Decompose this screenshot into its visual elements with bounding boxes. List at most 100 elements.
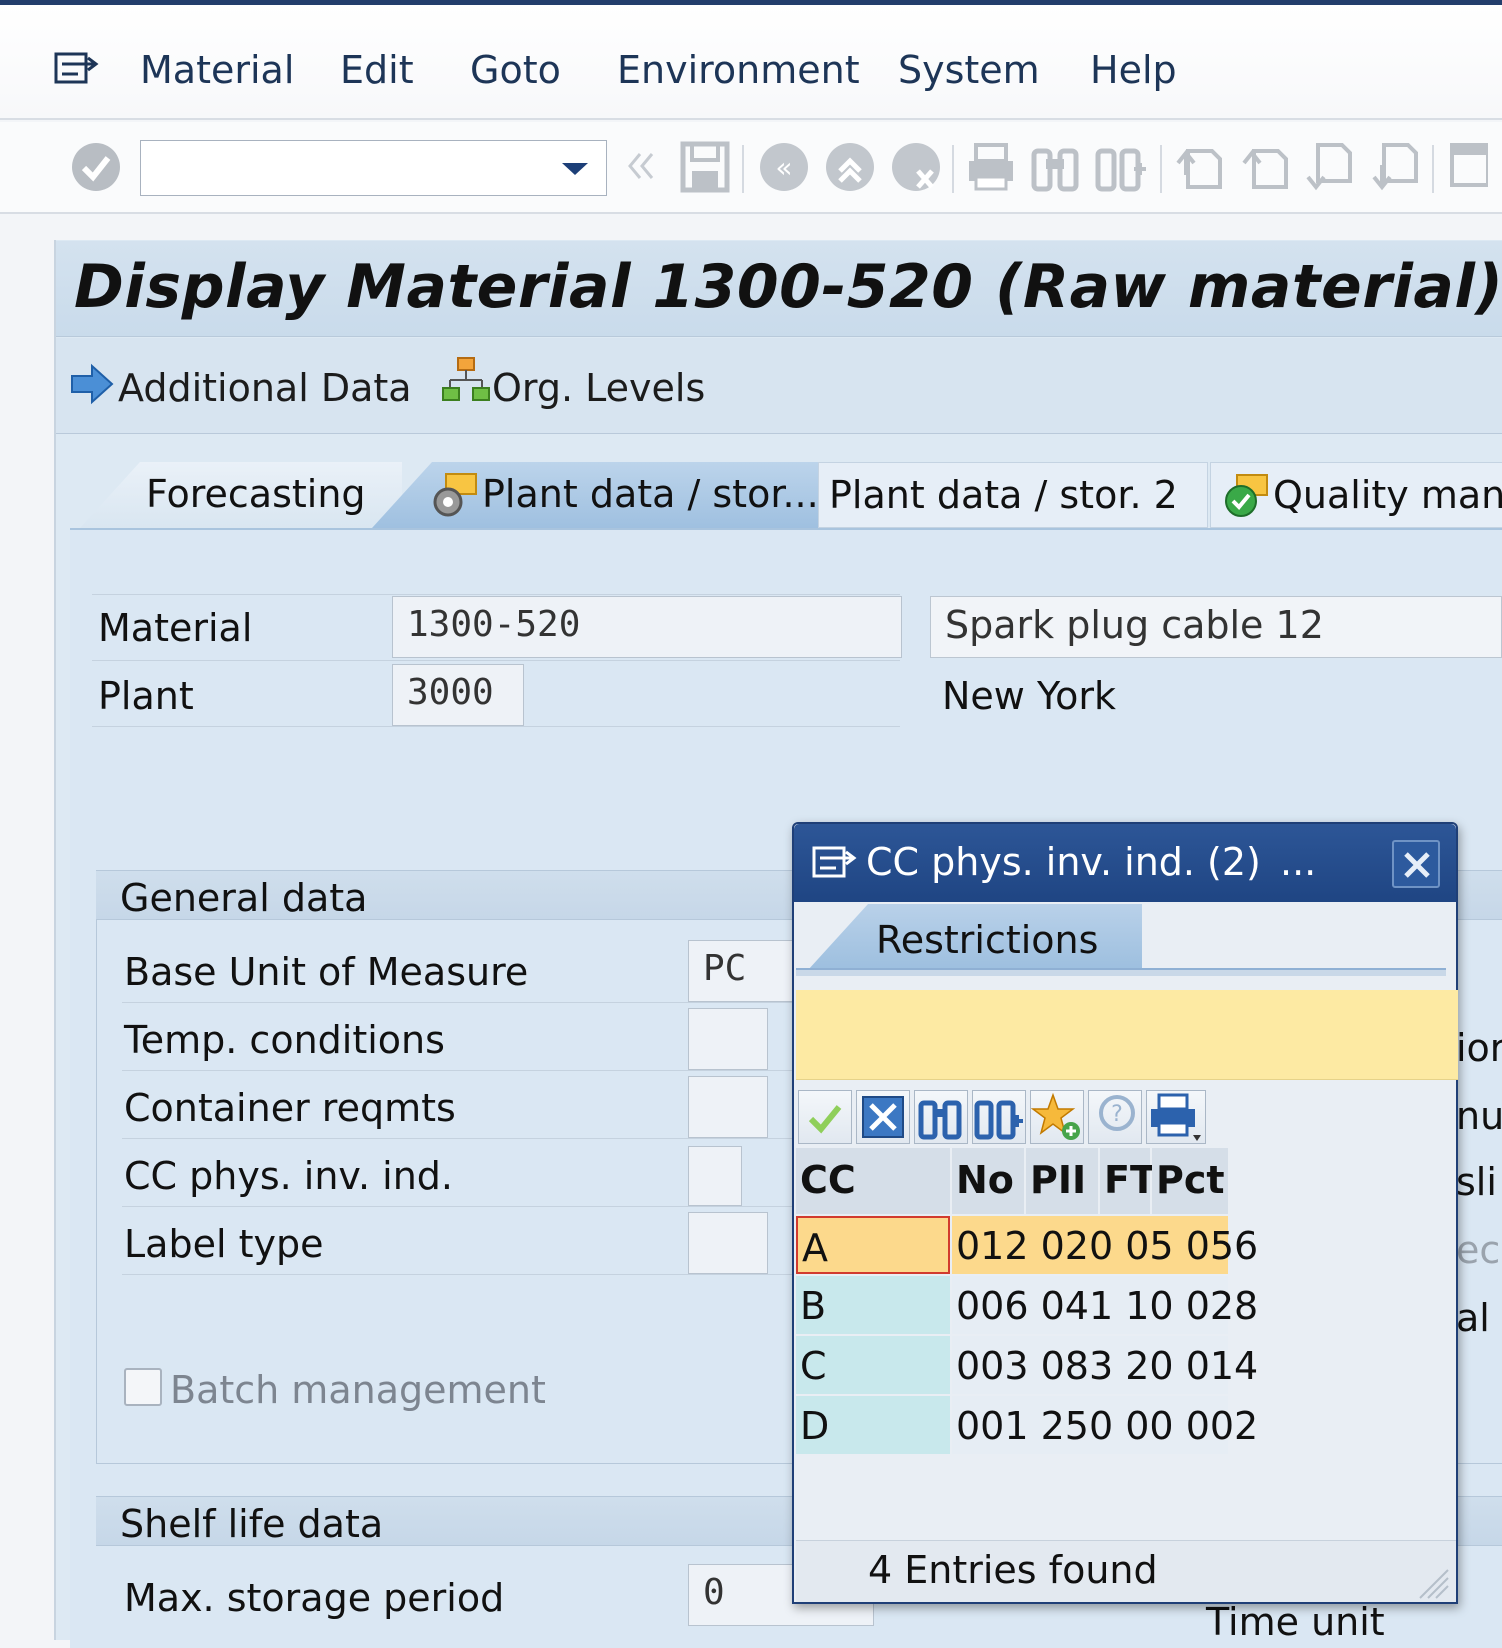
menu-environment[interactable]: Environment [617,48,860,92]
new-session-icon[interactable] [1448,141,1488,193]
base-uom-field[interactable]: PC [688,940,808,1002]
find-next-icon[interactable] [1094,141,1148,193]
toolbar-separator [1432,145,1434,193]
tab-label: Forecasting [146,472,366,516]
cell-ft: 00 [1125,1404,1174,1448]
table-row-a-cc[interactable]: A [796,1216,950,1274]
row-divider [122,1138,808,1139]
exit-icon[interactable] [824,141,876,193]
find-icon[interactable] [1030,141,1080,193]
cell-pct: 028 [1185,1284,1259,1328]
base-uom-label: Base Unit of Measure [124,950,529,994]
next-page-icon[interactable] [1304,141,1354,193]
row-divider [92,594,900,595]
system-menu-icon[interactable] [54,52,100,86]
cell-ft: 05 [1125,1224,1174,1268]
column-header-cc[interactable]: CC [796,1148,950,1214]
print-icon [1151,1093,1201,1141]
label-type-label: Label type [124,1222,324,1266]
table-row-b-values[interactable]: 006 041 10 028 [952,1276,1258,1334]
plant-description: New York [942,674,1117,718]
additional-data-button[interactable]: Additional Data [118,366,412,410]
menu-system[interactable]: System [898,48,1040,92]
find-next-button[interactable] [972,1090,1026,1144]
find-button[interactable] [914,1090,968,1144]
print-button[interactable] [1146,1090,1206,1144]
batch-management-checkbox[interactable] [124,1368,162,1406]
entries-found-text: 4 Entries found [868,1548,1158,1592]
cell-ft: 10 [1125,1284,1174,1328]
svg-text:«: « [775,151,792,184]
table-row-d-cc[interactable]: D [796,1396,950,1454]
menu-help[interactable]: Help [1090,48,1177,92]
menu-edit[interactable]: Edit [340,48,414,92]
row-divider [122,1002,808,1003]
temp-conditions-label: Temp. conditions [124,1018,445,1062]
plant-field[interactable]: 3000 [392,664,524,726]
container-reqmts-label: Container reqmts [124,1086,456,1130]
tab-restrictions-label: Restrictions [876,918,1099,962]
row-divider [92,660,900,661]
cc-phys-inv-field[interactable] [688,1146,742,1206]
back-icon[interactable] [622,148,658,184]
svg-text:?: ? [1111,1102,1123,1127]
org-levels-button[interactable]: Org. Levels [492,366,705,410]
column-header-no[interactable]: No [952,1148,1024,1214]
tab-plant-data-2[interactable]: Plant data / stor. 2 [818,462,1208,528]
help-button[interactable]: ? [1088,1090,1142,1144]
last-page-icon[interactable] [1370,141,1420,193]
add-favorite-button[interactable] [1030,1090,1084,1144]
menu-material[interactable]: Material [140,48,294,92]
column-header-pii[interactable]: PII [1026,1148,1098,1214]
print-icon[interactable] [966,141,1016,193]
first-page-icon[interactable] [1174,141,1224,193]
cancel-icon [862,1096,904,1138]
plant-label: Plant [98,674,194,718]
restrictions-area [796,990,1458,1080]
container-reqmts-field[interactable] [688,1076,768,1138]
cell-pii: 250 [1040,1404,1114,1448]
toolbar-separator [952,145,954,193]
star-add-icon [1030,1092,1080,1140]
shelf-life-title: Shelf life data [120,1502,384,1546]
tab-underline [796,968,1446,976]
back-nav-icon[interactable]: « [758,141,810,193]
command-field[interactable] [140,140,607,196]
menu-goto[interactable]: Goto [470,48,561,92]
cell-no: 003 [956,1344,1029,1388]
previous-page-icon[interactable] [1240,141,1290,193]
material-field[interactable]: 1300-520 [392,596,902,658]
org-levels-icon [442,357,490,401]
cell-pct: 014 [1185,1344,1259,1388]
tab-quality-management[interactable]: Quality mana [1210,462,1502,528]
cancel-dialog-button[interactable] [856,1090,910,1144]
label-type-field[interactable] [688,1212,768,1274]
hidden-field-label: ior [1456,1026,1502,1070]
system-menu-icon[interactable] [812,846,858,880]
tab-label: Quality mana [1273,473,1502,517]
hidden-field-label: nu [1456,1094,1502,1138]
chevron-down-icon[interactable] [562,163,588,175]
cancel-icon[interactable] [890,141,942,193]
row-divider [122,1206,808,1207]
temp-conditions-field[interactable] [688,1008,768,1070]
cell-pii: 020 [1040,1224,1114,1268]
cell-pii: 041 [1040,1284,1114,1328]
save-icon[interactable] [680,141,730,193]
table-row-b-cc[interactable]: B [796,1276,950,1334]
column-header-pct[interactable]: Pct [1152,1148,1228,1214]
table-row-c-cc[interactable]: C [796,1336,950,1394]
plant-data-icon [433,473,477,517]
cell-pii: 083 [1040,1344,1114,1388]
enter-check-icon[interactable] [70,141,122,193]
table-row-a-values[interactable]: 012 020 05 056 [952,1216,1258,1274]
tab-plant-data-1[interactable]: Plant data / stor... [372,462,818,528]
table-row-d-values[interactable]: 001 250 00 002 [952,1396,1258,1454]
table-row-c-values[interactable]: 003 083 20 014 [952,1336,1258,1394]
column-header-ft[interactable]: FT [1100,1148,1156,1214]
dialog-close-button[interactable] [1392,840,1440,888]
resize-grip-icon[interactable] [1410,1560,1450,1600]
material-description-field[interactable]: Spark plug cable 12 [930,596,1502,658]
continue-button[interactable] [798,1090,852,1144]
row-divider [92,726,900,727]
